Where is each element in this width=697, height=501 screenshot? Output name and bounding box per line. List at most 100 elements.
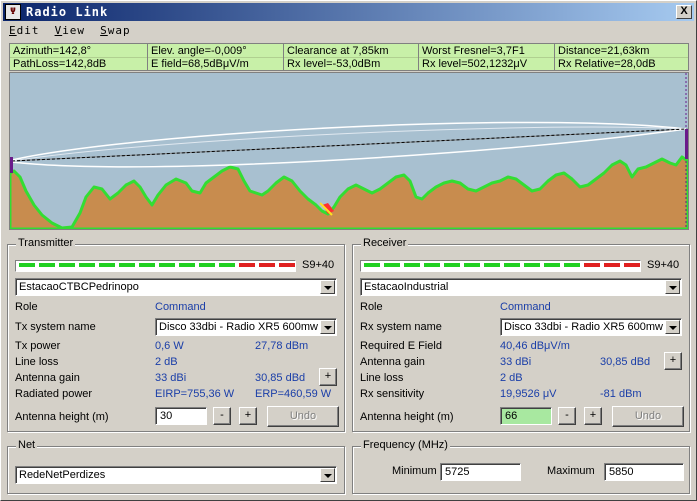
tx-height-input[interactable]: 30 bbox=[155, 407, 207, 425]
net-title: Net bbox=[16, 439, 38, 451]
tx-meter-segment bbox=[199, 263, 215, 267]
menu-swap[interactable]: Swap bbox=[94, 22, 137, 39]
tx-meter-segment bbox=[219, 263, 235, 267]
title-bar[interactable]: Ψ Radio Link X bbox=[3, 3, 694, 21]
window-title: Radio Link bbox=[26, 5, 109, 19]
chevron-down-icon[interactable] bbox=[665, 280, 680, 294]
tx-undo-button[interactable]: Undo bbox=[267, 406, 339, 427]
tx-meter-segment bbox=[139, 263, 155, 267]
rx-signal-label: S9+40 bbox=[647, 259, 680, 271]
tx-system-label: Tx system name bbox=[15, 321, 96, 333]
tx-role-label: Role bbox=[15, 301, 38, 313]
radio-tower-icon[interactable]: Ψ bbox=[5, 4, 21, 20]
rx-line-loss-label: Line loss bbox=[360, 372, 404, 384]
tx-gain-dbd: 30,85 dBd bbox=[255, 372, 306, 384]
rx-sensitivity-label: Rx sensitivity bbox=[360, 388, 425, 400]
rx-meter-segment bbox=[624, 263, 640, 267]
tx-height-minus-button[interactable]: - bbox=[213, 407, 231, 425]
rx-level-uv-value: Rx level=502,1232μV bbox=[419, 57, 555, 71]
net-value: RedeNetPerdizes bbox=[19, 469, 106, 481]
elevation-angle-value: Elev. angle=-0,009° bbox=[148, 44, 284, 58]
tx-height-plus-button[interactable]: + bbox=[239, 407, 257, 425]
tx-power-w: 0,6 W bbox=[155, 340, 184, 352]
menu-view[interactable]: View bbox=[49, 22, 92, 39]
tx-meter-segment bbox=[59, 263, 75, 267]
rx-gain-dbi: 33 dBi bbox=[500, 356, 532, 368]
rx-system-value: Disco 33dbi - Radio XR5 600mw bbox=[504, 321, 663, 333]
tx-station-select[interactable]: EstacaoCTBCPedrinopo bbox=[15, 278, 337, 296]
frequency-max-label: Maximum bbox=[547, 465, 595, 477]
rx-meter-segment bbox=[544, 263, 560, 267]
terrain-profile-svg bbox=[10, 73, 688, 229]
rx-system-select[interactable]: Disco 33dbi - Radio XR5 600mw bbox=[500, 318, 682, 336]
rx-meter-segment bbox=[424, 263, 440, 267]
rx-gain-dbd: 30,85 dBd bbox=[600, 356, 651, 368]
rx-height-input[interactable]: 66 bbox=[500, 407, 552, 425]
rx-height-plus-button[interactable]: + bbox=[584, 407, 602, 425]
chevron-down-icon[interactable] bbox=[320, 320, 335, 334]
rx-relative-value: Rx Relative=28,0dB bbox=[558, 58, 656, 70]
transmitter-group: Transmitter S9+40 EstacaoCTBCPedrinopo R… bbox=[7, 237, 345, 432]
tx-meter-segment bbox=[179, 263, 195, 267]
frequency-group: Frequency (MHz) Minimum 5725 Maximum 585… bbox=[352, 439, 690, 494]
menu-edit[interactable]: Edit bbox=[3, 22, 46, 39]
close-button[interactable]: X bbox=[676, 5, 692, 19]
worst-fresnel-value: Worst Fresnel=3,7F1 bbox=[419, 44, 555, 58]
rx-required-value: 40,46 dBμV/m bbox=[500, 340, 570, 352]
tx-meter-segment bbox=[99, 263, 115, 267]
tx-gain-label: Antenna gain bbox=[15, 372, 80, 384]
receiver-group: Receiver S9+40 EstacaoIndustrial Role Co… bbox=[352, 237, 690, 432]
rx-antenna-marker bbox=[685, 129, 688, 159]
tx-eirp-value: EIRP=755,36 W bbox=[155, 388, 235, 400]
tx-erp-value: ERP=460,59 W bbox=[255, 388, 332, 400]
rx-meter-segment bbox=[464, 263, 480, 267]
rx-station-select[interactable]: EstacaoIndustrial bbox=[360, 278, 682, 296]
rx-meter-segment bbox=[524, 263, 540, 267]
rx-level-dbm-value: Rx level=-53,0dBm bbox=[284, 57, 419, 71]
tx-power-label: Tx power bbox=[15, 340, 61, 352]
distance-value: Distance=21,63km bbox=[555, 44, 688, 58]
tx-line-loss-label: Line loss bbox=[15, 356, 59, 368]
chevron-down-icon[interactable] bbox=[665, 320, 680, 334]
clearance-value: Clearance at 7,85km bbox=[284, 44, 419, 58]
tx-signal-label: S9+40 bbox=[302, 259, 335, 271]
tx-meter-segment bbox=[19, 263, 35, 267]
rx-height-label: Antenna height (m) bbox=[360, 411, 454, 423]
rx-meter-segment bbox=[444, 263, 460, 267]
rx-meter-segment bbox=[604, 263, 620, 267]
terrain-profile-view[interactable] bbox=[9, 72, 689, 230]
tx-gain-plus-button[interactable]: + bbox=[319, 368, 337, 386]
azimuth-value: Azimuth=142,8° bbox=[10, 44, 148, 58]
tx-system-select[interactable]: Disco 33dbi - Radio XR5 600mw bbox=[155, 318, 337, 336]
rx-gain-label: Antenna gain bbox=[360, 356, 425, 368]
terrain-fill bbox=[10, 155, 688, 229]
tx-gain-dbi: 33 dBi bbox=[155, 372, 187, 384]
menu-bar: Edit View Swap bbox=[3, 22, 694, 40]
rx-role-label: Role bbox=[360, 301, 383, 313]
rx-meter-segment bbox=[484, 263, 500, 267]
rx-role-value[interactable]: Command bbox=[500, 301, 551, 313]
link-info-panel: Azimuth=142,8° Elev. angle=-0,009° Clear… bbox=[9, 43, 689, 71]
tx-system-value: Disco 33dbi - Radio XR5 600mw bbox=[159, 321, 318, 333]
tx-role-value[interactable]: Command bbox=[155, 301, 206, 313]
net-group: Net RedeNetPerdizes bbox=[7, 439, 345, 494]
tx-meter-segment bbox=[279, 263, 295, 267]
rx-undo-button[interactable]: Undo bbox=[612, 406, 684, 427]
rx-sensitivity-dbm: -81 dBm bbox=[600, 388, 642, 400]
chevron-down-icon[interactable] bbox=[320, 468, 335, 482]
rx-sensitivity-uv: 19,9526 μV bbox=[500, 388, 557, 400]
frequency-min-input[interactable]: 5725 bbox=[440, 463, 521, 481]
rx-station-value: EstacaoIndustrial bbox=[364, 281, 449, 293]
net-select[interactable]: RedeNetPerdizes bbox=[15, 466, 337, 484]
rx-height-minus-button[interactable]: - bbox=[558, 407, 576, 425]
tx-radiated-label: Radiated power bbox=[15, 388, 93, 400]
tx-station-value: EstacaoCTBCPedrinopo bbox=[19, 281, 139, 293]
chevron-down-icon[interactable] bbox=[320, 280, 335, 294]
rx-meter-segment bbox=[384, 263, 400, 267]
frequency-max-input[interactable]: 5850 bbox=[604, 463, 684, 481]
radio-link-window: Ψ Radio Link X Edit View Swap Azimuth=14… bbox=[0, 0, 697, 501]
tx-meter-segment bbox=[79, 263, 95, 267]
tx-meter-segment bbox=[239, 263, 255, 267]
rx-gain-plus-button[interactable]: + bbox=[664, 352, 682, 370]
path-loss-value: PathLoss=142,8dB bbox=[10, 57, 148, 71]
